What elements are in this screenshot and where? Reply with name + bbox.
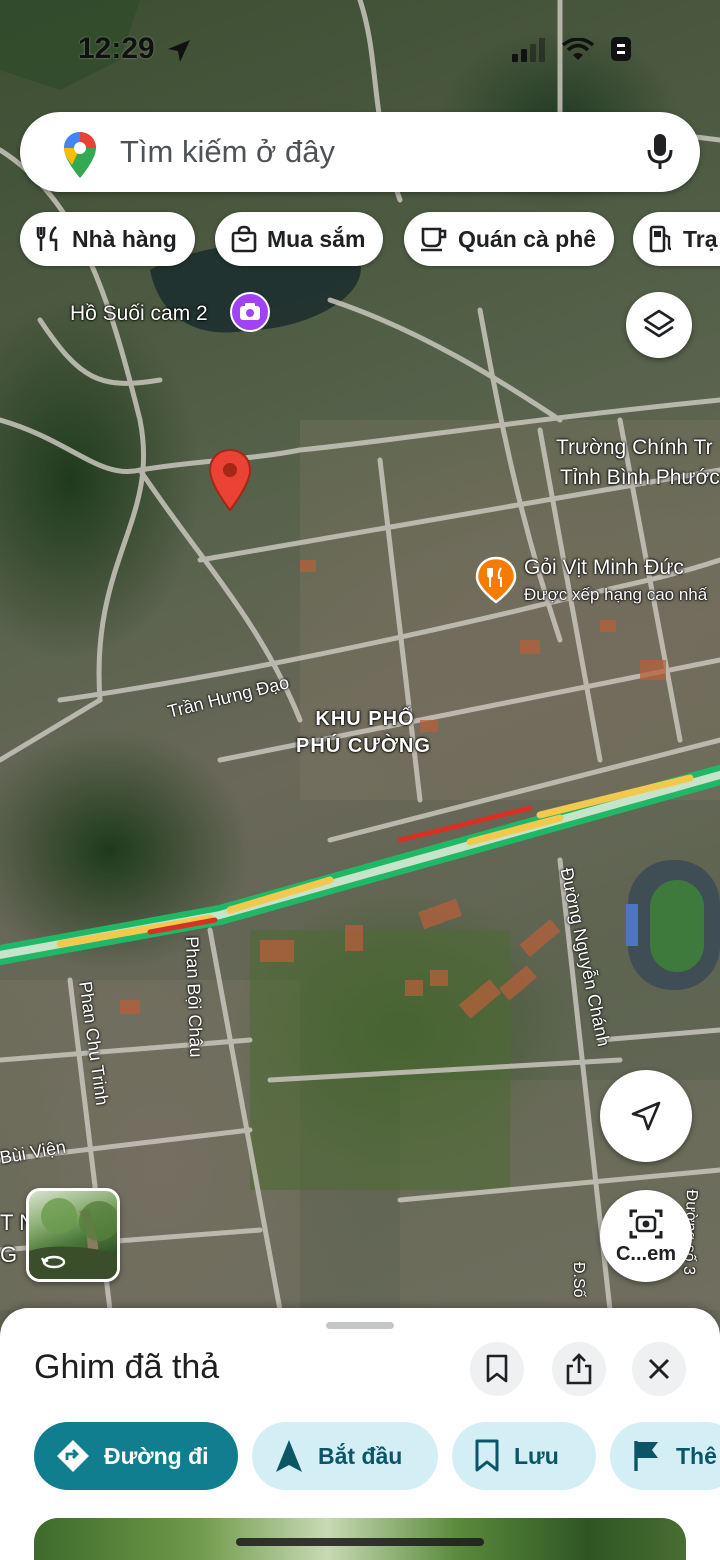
share-icon xyxy=(566,1353,592,1385)
sheet-drag-handle[interactable] xyxy=(326,1322,394,1329)
map-label-restaurant-rating: Được xếp hạng cao nhấ xyxy=(524,585,708,604)
road-label-phan-boi-chau: Phan Bội Châu xyxy=(182,936,207,1058)
my-location-button[interactable] xyxy=(600,1070,692,1162)
save-button[interactable]: Lưu xyxy=(452,1422,596,1490)
label-button[interactable]: Thê xyxy=(610,1422,720,1490)
directions-button[interactable]: Đường đi xyxy=(34,1422,238,1490)
map-label-school-line2[interactable]: Tỉnh Bình Phước xyxy=(560,466,720,490)
rotate-360-icon xyxy=(41,1255,66,1269)
chip-gas-station[interactable]: Trạ xyxy=(633,212,720,266)
location-arrow-icon xyxy=(168,40,190,62)
layers-icon xyxy=(643,309,675,338)
coffee-icon xyxy=(421,227,447,252)
map-label-edge-g: G xyxy=(0,1242,18,1267)
save-bookmark-button[interactable] xyxy=(470,1342,524,1396)
google-maps-logo-icon xyxy=(64,132,96,178)
search-placeholder[interactable]: Tìm kiếm ở đây xyxy=(120,134,335,170)
chip-shopping[interactable]: Mua sắm xyxy=(215,212,384,266)
chip-restaurants[interactable]: Nhà hàng xyxy=(20,212,195,266)
status-icons xyxy=(512,36,634,62)
chip-label: Mua sắm xyxy=(267,225,366,252)
flag-icon xyxy=(634,1441,658,1471)
bookmark-outline-icon xyxy=(486,1354,508,1383)
chip-coffee[interactable]: Quán cà phê xyxy=(404,212,615,266)
chip-label: Quán cà phê xyxy=(458,225,597,252)
close-icon xyxy=(648,1358,670,1380)
shopping-bag-icon xyxy=(231,225,257,253)
directions-icon xyxy=(57,1440,89,1472)
camera-lens-icon xyxy=(629,1209,663,1238)
road-label-duong-so: Đ.Số xyxy=(570,1262,587,1298)
action-label: Thê xyxy=(676,1442,717,1469)
share-button[interactable] xyxy=(552,1342,606,1396)
navigation-arrow-outline-icon xyxy=(631,1101,661,1131)
battery-saver-icon xyxy=(611,37,631,61)
chip-label: Trạ xyxy=(683,225,718,252)
restaurant-icon xyxy=(36,226,58,251)
place-title: Ghim đã thả xyxy=(34,1348,220,1386)
action-label: Lưu xyxy=(514,1442,559,1469)
wifi-icon xyxy=(562,38,594,60)
map-label-restaurant-name[interactable]: Gỏi Vịt Minh Đức xyxy=(524,556,684,580)
action-label: Bắt đầu xyxy=(318,1442,403,1469)
map-layers-button[interactable] xyxy=(626,292,692,358)
map-label-lake[interactable]: Hồ Suối cam 2 xyxy=(70,302,208,326)
navigation-arrow-icon xyxy=(276,1440,302,1472)
street-view-thumbnail[interactable] xyxy=(26,1188,120,1282)
map-label-district-line2: PHÚ CƯỜNG xyxy=(296,735,431,757)
category-chips: Nhà hàng Mua sắm Quán cà phê Trạ xyxy=(20,212,720,268)
action-label: Đường đi xyxy=(104,1442,209,1469)
microphone-icon[interactable] xyxy=(646,132,674,172)
home-indicator[interactable] xyxy=(236,1538,484,1546)
bookmark-icon xyxy=(475,1439,499,1472)
place-bottom-sheet[interactable]: Ghim đã thả Đường đi Bắt đầu Lưu Thê xyxy=(0,1308,720,1560)
lens-button-label: C...em xyxy=(615,1242,677,1265)
map-label-district-line1: KHU PHỐ xyxy=(315,708,415,730)
chip-label: Nhà hàng xyxy=(72,225,177,252)
signal-icon xyxy=(512,38,545,62)
lens-camera-button[interactable]: C...em xyxy=(600,1190,692,1282)
start-navigation-button[interactable]: Bắt đầu xyxy=(252,1422,438,1490)
search-bar[interactable]: Tìm kiếm ở đây xyxy=(20,112,700,192)
status-time: 12:29 xyxy=(78,32,155,65)
status-bar: 12:29 xyxy=(0,26,720,74)
close-button[interactable] xyxy=(632,1342,686,1396)
gas-station-icon xyxy=(649,225,672,253)
map-label-school-line1[interactable]: Trường Chính Tr xyxy=(556,436,713,460)
